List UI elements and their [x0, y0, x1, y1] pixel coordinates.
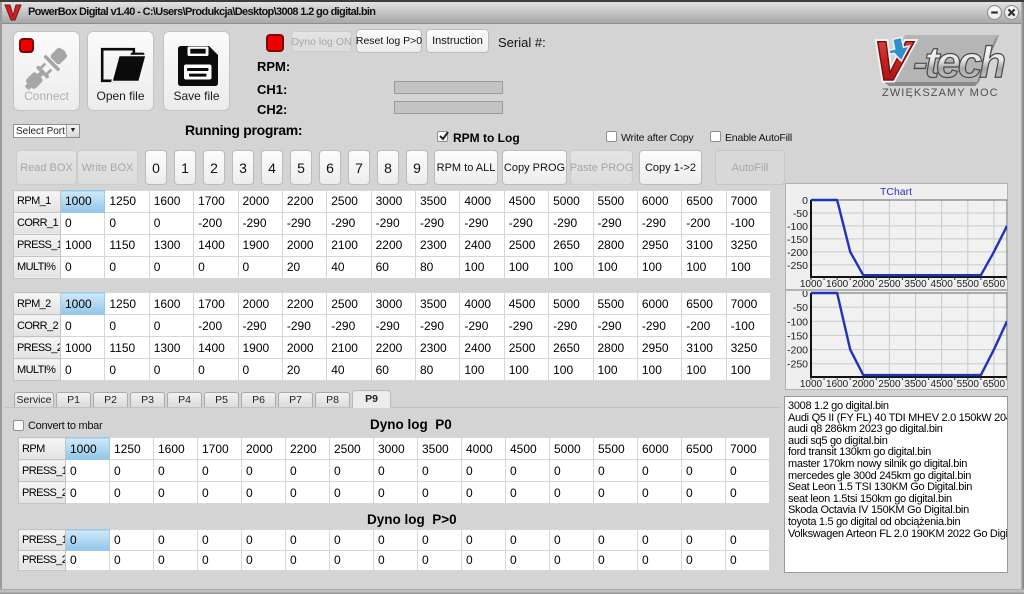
- svg-text:5500: 5500: [957, 379, 980, 389]
- svg-text:2000: 2000: [852, 279, 875, 289]
- svg-text:3500: 3500: [904, 379, 927, 389]
- svg-text:-50: -50: [793, 208, 808, 220]
- svg-text:1600: 1600: [826, 279, 849, 289]
- svg-text:-250: -250: [787, 359, 808, 371]
- svg-text:0: 0: [802, 291, 808, 300]
- svg-text:-250: -250: [787, 260, 808, 272]
- svg-text:-tech: -tech: [913, 38, 1005, 87]
- svg-text:6500: 6500: [983, 379, 1006, 389]
- svg-text:4500: 4500: [931, 379, 954, 389]
- svg-text:4500: 4500: [931, 279, 954, 289]
- svg-text:5500: 5500: [957, 279, 980, 289]
- svg-text:3500: 3500: [904, 279, 927, 289]
- svg-text:6500: 6500: [983, 279, 1006, 289]
- svg-text:2000: 2000: [852, 379, 875, 389]
- svg-text:1600: 1600: [826, 379, 849, 389]
- svg-text:2500: 2500: [878, 379, 901, 389]
- svg-text:1000: 1000: [800, 279, 823, 289]
- svg-text:1000: 1000: [800, 379, 823, 389]
- svg-text:-100: -100: [787, 221, 808, 233]
- svg-text:0: 0: [802, 195, 808, 207]
- svg-text:-150: -150: [787, 330, 808, 342]
- svg-text:2500: 2500: [878, 279, 901, 289]
- svg-text:-100: -100: [787, 316, 808, 328]
- svg-text:-200: -200: [787, 345, 808, 357]
- svg-text:TChart: TChart: [880, 186, 912, 198]
- svg-text:-200: -200: [787, 247, 808, 259]
- svg-text:-150: -150: [787, 234, 808, 246]
- svg-text:ZWIĘKSZAMY MOC: ZWIĘKSZAMY MOC: [882, 87, 999, 98]
- svg-text:-50: -50: [793, 302, 808, 314]
